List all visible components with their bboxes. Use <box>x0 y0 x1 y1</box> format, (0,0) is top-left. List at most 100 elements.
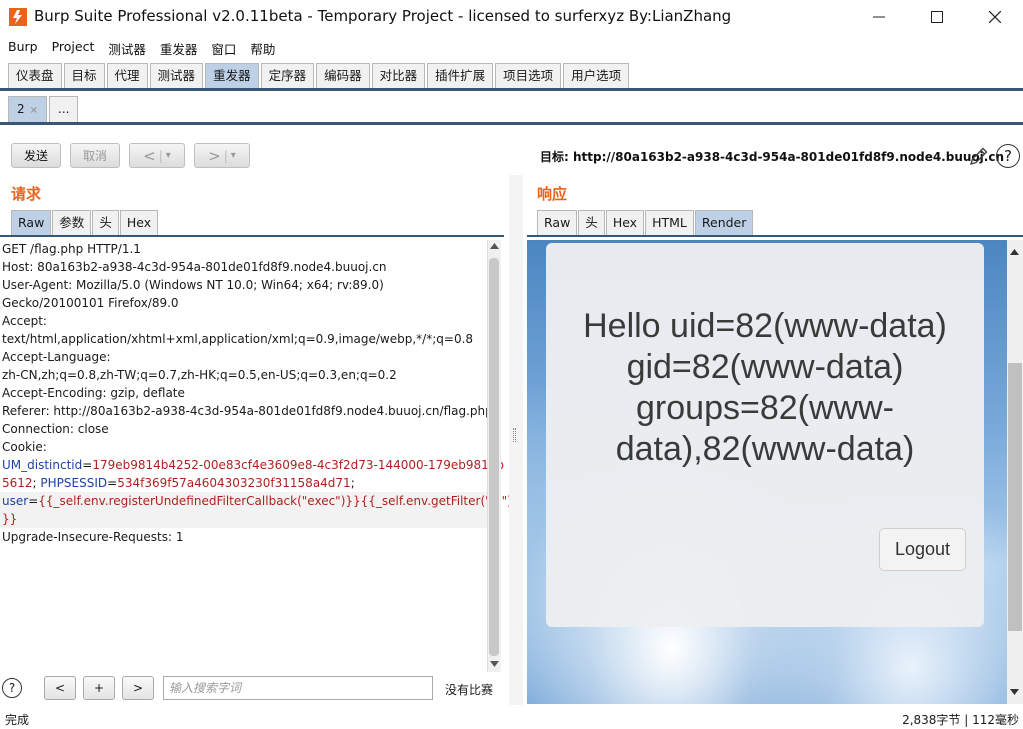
request-tab-hex[interactable]: Hex <box>119 210 159 235</box>
tab-proxy[interactable]: 代理 <box>106 63 148 89</box>
menu-bar: Burp Project 测试器 重发器 窗口 帮助 <box>0 36 281 58</box>
response-tab-hex[interactable]: Hex <box>605 210 645 235</box>
back-arrow-icon: < <box>143 146 156 165</box>
minimize-icon <box>873 16 885 18</box>
tab-intruder[interactable]: 测试器 <box>149 63 204 89</box>
search-next-button[interactable]: > <box>122 676 154 700</box>
request-line: User-Agent: Mozilla/5.0 (Windows NT 10.0… <box>2 278 384 292</box>
request-line: GET /flag.php HTTP/1.1 <box>2 242 141 256</box>
request-scroll-thumb[interactable] <box>489 258 499 656</box>
split-pane-divider[interactable] <box>509 175 523 705</box>
response-tab-render[interactable]: Render <box>694 210 754 235</box>
menu-burp[interactable]: Burp <box>0 36 44 58</box>
tab-user-options[interactable]: 用户选项 <box>563 63 630 89</box>
cookie-line: }} <box>0 510 487 528</box>
request-tab-raw[interactable]: Raw <box>11 210 52 235</box>
request-editor[interactable]: GET /flag.php HTTP/1.1 Host: 80a163b2-a9… <box>0 240 512 670</box>
new-repeater-tab[interactable]: ... <box>49 96 79 122</box>
main-tab-bar: 仪表盘 目标 代理 测试器 重发器 定序器 编码器 对比器 插件扩展 项目选项 … <box>8 63 631 89</box>
search-match-count: 没有比赛 <box>445 683 494 697</box>
scroll-down-icon[interactable] <box>490 660 499 668</box>
request-line: text/html,application/xhtml+xml,applicat… <box>2 332 474 346</box>
cookie-key: user <box>2 494 29 508</box>
request-tab-headers[interactable]: 头 <box>92 210 119 235</box>
menu-repeater[interactable]: 重发器 <box>152 36 204 58</box>
response-scroll-thumb[interactable] <box>1008 363 1022 631</box>
request-line: Accept-Encoding: gzip, deflate <box>2 386 185 400</box>
maximize-button[interactable] <box>908 0 966 34</box>
cookie-value: 179eb9814b4252-00e83cf4e3609e8-4c3f2d73-… <box>92 458 505 472</box>
menu-help[interactable]: 帮助 <box>242 36 281 58</box>
cookie-value: {{_self.env.registerUndefinedFilterCallb… <box>38 494 512 508</box>
search-input[interactable] <box>163 676 433 700</box>
tab-target[interactable]: 目标 <box>63 63 105 89</box>
edit-pencil-icon[interactable] <box>968 145 990 167</box>
cookie-value: 534f369f57a4604303230f31158a4d71 <box>117 476 351 490</box>
cookie-value: }} <box>2 512 18 526</box>
search-add-button[interactable]: + <box>83 676 115 700</box>
cancel-button[interactable]: 取消 <box>70 143 120 168</box>
request-line: Connection: close <box>2 422 109 436</box>
forward-button[interactable]: > | ▾ <box>194 143 250 168</box>
request-line: Accept-Language: <box>2 350 111 364</box>
status-text: 完成 <box>5 713 30 727</box>
send-button[interactable]: 发送 <box>11 143 61 168</box>
request-line: Gecko/20100101 Firefox/89.0 <box>2 296 179 310</box>
response-title: 响应 <box>537 185 568 203</box>
request-line: Upgrade-Insecure-Requests: 1 <box>2 530 184 544</box>
close-icon <box>989 11 1001 23</box>
request-line: Accept: <box>2 314 47 328</box>
close-tab-icon[interactable]: × <box>30 105 38 116</box>
response-tab-divider <box>527 235 1023 237</box>
forward-arrow-icon: > <box>208 146 221 165</box>
cookie-value: 5612 <box>2 476 33 490</box>
search-help-icon[interactable]: ? <box>2 678 22 698</box>
back-button[interactable]: < | ▾ <box>129 143 185 168</box>
scroll-down-icon[interactable] <box>1010 688 1019 696</box>
menu-window[interactable]: 窗口 <box>203 36 242 58</box>
repeater-tab-label: 2 <box>17 102 25 116</box>
help-icon[interactable]: ? <box>996 144 1020 168</box>
chevron-down-icon: ▾ <box>230 150 236 161</box>
repeater-tab-divider <box>0 122 1023 125</box>
drag-handle-icon[interactable] <box>513 428 516 442</box>
window-title: Burp Suite Professional v2.0.11beta - Te… <box>34 7 732 25</box>
close-window-button[interactable] <box>966 0 1023 34</box>
maximize-icon <box>931 11 943 23</box>
tab-dashboard[interactable]: 仪表盘 <box>8 63 62 89</box>
menu-intruder[interactable]: 测试器 <box>100 36 152 58</box>
request-line: Referer: http://80a163b2-a938-4c3d-954a-… <box>2 404 493 418</box>
repeater-tab-2[interactable]: 2 × <box>8 96 48 122</box>
rendered-command-output: Hello uid=82(www-data) gid=82(www-data) … <box>583 307 947 468</box>
request-tab-divider <box>0 235 504 237</box>
request-line: zh-CN,zh;q=0.8,zh-TW;q=0.7,zh-HK;q=0.5,e… <box>2 368 397 382</box>
tab-repeater[interactable]: 重发器 <box>205 63 259 89</box>
logout-button[interactable]: Logout <box>879 528 966 571</box>
search-prev-button[interactable]: < <box>44 676 76 700</box>
response-tab-raw[interactable]: Raw <box>537 210 578 235</box>
tab-decoder[interactable]: 编码器 <box>316 63 370 89</box>
tab-project-options[interactable]: 项目选项 <box>495 63 562 89</box>
minimize-button[interactable] <box>850 0 908 34</box>
scroll-up-icon[interactable] <box>490 242 499 250</box>
tab-sequencer[interactable]: 定序器 <box>260 63 315 89</box>
tab-comparer[interactable]: 对比器 <box>371 63 426 89</box>
response-tab-headers[interactable]: 头 <box>578 210 605 235</box>
response-tab-html[interactable]: HTML <box>645 210 694 235</box>
cookie-key: UM_distinctid <box>2 458 83 472</box>
repeater-tab-bar: 2 × ... <box>8 96 80 122</box>
response-size-time: 2,838字节 | 112毫秒 <box>902 713 1019 727</box>
cookie-line: 5612; PHPSESSID=534f369f57a4604303230f31… <box>2 476 355 490</box>
request-tab-params[interactable]: 参数 <box>52 210 92 235</box>
cookie-line: user={{_self.env.registerUndefinedFilter… <box>0 492 512 510</box>
request-line: Host: 80a163b2-a938-4c3d-954a-801de01fd8… <box>2 260 387 274</box>
cookie-key: PHPSESSID <box>40 476 108 490</box>
chevron-down-icon: ▾ <box>165 150 171 161</box>
scroll-up-icon[interactable] <box>1010 248 1019 256</box>
main-tab-divider <box>0 88 1023 91</box>
response-editor-tabs: Raw 头 Hex HTML Render <box>537 210 754 235</box>
burp-logo-icon <box>9 8 27 26</box>
menu-project[interactable]: Project <box>44 36 101 58</box>
request-line: Cookie: <box>2 440 47 454</box>
tab-extender[interactable]: 插件扩展 <box>427 63 494 89</box>
